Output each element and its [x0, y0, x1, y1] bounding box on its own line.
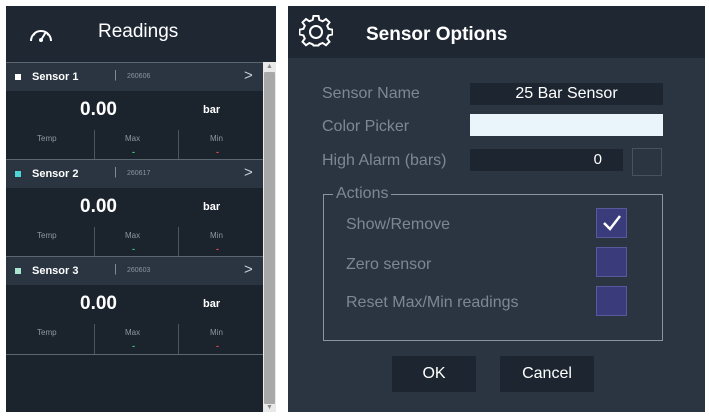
max-label: Max	[125, 134, 141, 143]
sensor-value: 0.00	[80, 196, 117, 217]
readings-panel: Readings Sensor 1 | 260606 > 0.00 bar Te…	[6, 6, 276, 412]
sensor-card-header[interactable]: Sensor 3 | 260603 >	[6, 257, 264, 285]
readings-header: Readings	[6, 6, 276, 62]
show-remove-checkbox[interactable]	[596, 208, 627, 238]
actions-legend: Actions	[333, 185, 392, 203]
sensor-card-header[interactable]: Sensor 2 | 260617 >	[6, 160, 264, 188]
readings-title: Readings	[98, 21, 179, 42]
sensor-name: Sensor 3	[32, 265, 79, 277]
sensor-name-field[interactable]: 25 Bar Sensor	[470, 83, 663, 105]
sensor-id: 260606	[127, 73, 151, 80]
divider	[94, 227, 95, 257]
reset-max-min-label: Reset Max/Min readings	[346, 294, 519, 311]
sensor-unit: bar	[203, 104, 221, 116]
chevron-right-icon[interactable]: >	[244, 67, 253, 84]
scroll-up-icon[interactable]: ▲	[263, 62, 276, 71]
min-value: -	[216, 147, 219, 157]
sensor-value: 0.00	[80, 99, 117, 120]
divider	[94, 130, 95, 160]
chevron-right-icon[interactable]: >	[244, 261, 253, 278]
sensor-name-label: Sensor Name	[322, 85, 420, 102]
color-picker-field[interactable]	[470, 114, 663, 136]
min-label: Min	[210, 231, 223, 240]
divider	[178, 227, 179, 257]
sensor-list: Sensor 1 | 260606 > 0.00 bar Temp Max - …	[6, 62, 264, 412]
sensor-card[interactable]: Sensor 2 | 260617 > 0.00 bar Temp Max - …	[6, 159, 264, 257]
scroll-down-icon[interactable]: ▼	[263, 403, 276, 412]
max-label: Max	[125, 231, 141, 240]
show-remove-label: Show/Remove	[346, 216, 451, 233]
scrollbar-thumb[interactable]	[264, 72, 275, 404]
zero-sensor-label: Zero sensor	[346, 256, 432, 273]
sensor-unit: bar	[203, 298, 221, 310]
sensor-name: Sensor 2	[32, 168, 79, 180]
divider	[94, 324, 95, 354]
checkmark-icon	[603, 215, 621, 231]
sensor-card[interactable]: Sensor 1 | 260606 > 0.00 bar Temp Max - …	[6, 62, 264, 160]
max-label: Max	[125, 328, 141, 337]
sensor-separator: |	[114, 263, 117, 275]
max-value: -	[132, 147, 135, 157]
sensor-color-indicator	[15, 74, 21, 80]
sensor-options-dialog: Sensor Options Sensor Name 25 Bar Sensor…	[288, 6, 705, 412]
sensor-id: 260617	[127, 170, 151, 177]
min-value: -	[216, 341, 219, 351]
sensor-card-header[interactable]: Sensor 1 | 260606 >	[6, 63, 264, 91]
sensor-color-indicator	[15, 171, 21, 177]
max-value: -	[132, 244, 135, 254]
sensor-separator: |	[114, 166, 117, 178]
sensor-id: 260603	[127, 267, 151, 274]
alarm-color-swatch[interactable]	[632, 148, 662, 176]
sensor-name: Sensor 1	[32, 71, 79, 83]
min-label: Min	[210, 328, 223, 337]
cancel-button[interactable]: Cancel	[500, 356, 594, 392]
gear-icon	[299, 15, 333, 47]
divider	[178, 130, 179, 160]
temp-label: Temp	[37, 328, 57, 337]
sensor-color-indicator	[15, 268, 21, 274]
chevron-right-icon[interactable]: >	[244, 164, 253, 181]
sensor-value: 0.00	[80, 293, 117, 314]
sensor-unit: bar	[203, 201, 221, 213]
dialog-title: Sensor Options	[366, 24, 508, 45]
min-value: -	[216, 244, 219, 254]
temp-label: Temp	[37, 231, 57, 240]
vertical-scrollbar[interactable]: ▲ ▼	[263, 62, 276, 412]
dialog-header: Sensor Options	[288, 6, 705, 58]
high-alarm-label: High Alarm (bars)	[322, 152, 447, 169]
reset-max-min-checkbox[interactable]	[596, 286, 627, 316]
high-alarm-field[interactable]: 0	[470, 149, 623, 171]
min-label: Min	[210, 134, 223, 143]
sensor-card[interactable]: Sensor 3 | 260603 > 0.00 bar Temp Max - …	[6, 256, 264, 355]
ok-button[interactable]: OK	[392, 356, 476, 392]
max-value: -	[132, 341, 135, 351]
divider	[178, 324, 179, 354]
gauge-icon	[30, 30, 52, 42]
color-picker-label: Color Picker	[322, 118, 410, 135]
sensor-separator: |	[114, 69, 117, 81]
zero-sensor-checkbox[interactable]	[596, 247, 627, 277]
temp-label: Temp	[37, 134, 57, 143]
